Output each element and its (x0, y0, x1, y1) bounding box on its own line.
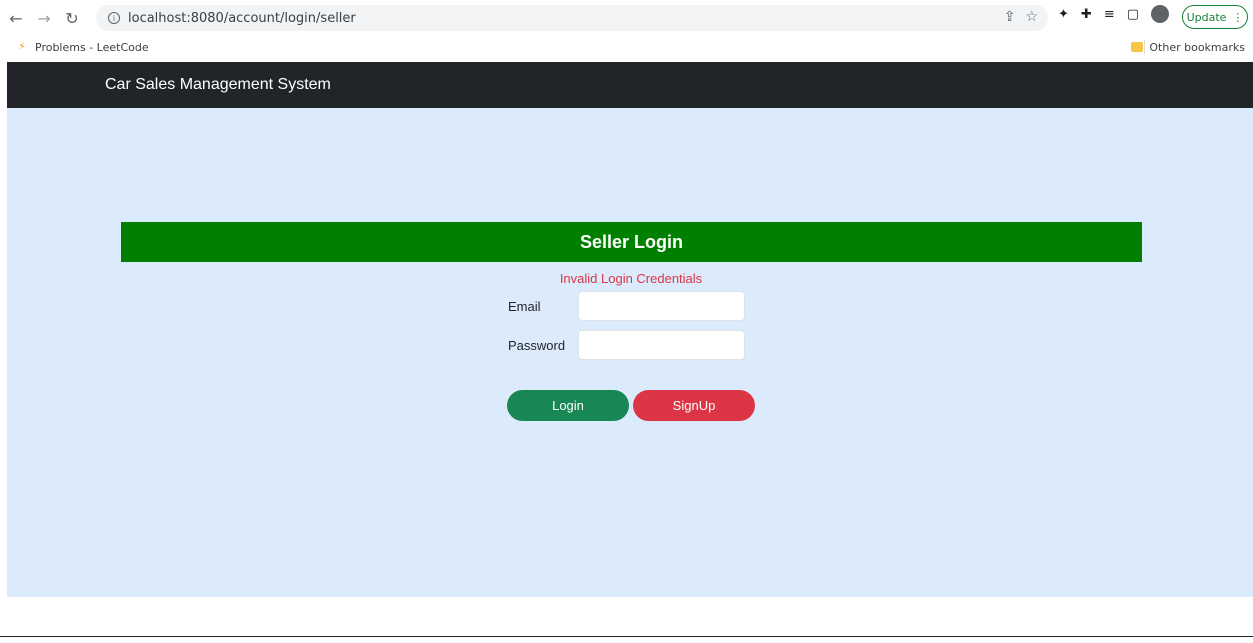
reload-icon[interactable]: ↻ (60, 6, 84, 30)
password-label: Password (508, 337, 566, 353)
extension-icon[interactable]: ✦ (1058, 7, 1069, 22)
other-bookmarks[interactable]: Other bookmarks (1131, 41, 1245, 54)
other-bookmarks-label: Other bookmarks (1149, 40, 1245, 54)
forward-icon[interactable]: → (32, 6, 56, 30)
update-button[interactable]: Update ⋮ (1182, 5, 1248, 29)
address-bar[interactable]: i localhost:8080/account/login/seller ⇪ … (96, 5, 1048, 31)
password-row: Password (508, 330, 745, 360)
profile-avatar[interactable] (1151, 5, 1170, 23)
reading-list-icon[interactable]: ≡ (1104, 7, 1115, 22)
bookmark-star-icon[interactable]: ☆ (1025, 9, 1038, 25)
more-icon: ⋮ (1232, 10, 1244, 24)
bookmarks-bar: ⚡ Problems - LeetCode Other bookmarks (0, 36, 1253, 58)
share-icon[interactable]: ⇪ (1004, 9, 1016, 25)
side-panel-icon[interactable]: ▢ (1127, 7, 1139, 22)
password-field[interactable] (578, 330, 745, 360)
back-icon[interactable]: ← (4, 6, 28, 30)
email-row: Email (508, 291, 745, 321)
browser-toolbar: ← → ↻ i localhost:8080/account/login/sel… (0, 0, 1253, 36)
puzzle-icon[interactable]: ✚ (1081, 7, 1092, 22)
site-info-icon[interactable]: i (108, 12, 120, 24)
email-field[interactable] (578, 291, 745, 321)
page-content: Car Sales Management System Seller Login… (7, 62, 1253, 597)
top-navbar: Car Sales Management System (7, 62, 1253, 108)
bookmark-leetcode[interactable]: ⚡ Problems - LeetCode (18, 41, 149, 54)
leetcode-icon: ⚡ (18, 40, 26, 53)
bookmark-label: Problems - LeetCode (35, 40, 149, 54)
signup-button[interactable]: SignUp (633, 390, 755, 421)
folder-icon (1131, 42, 1144, 52)
error-message: Invalid Login Credentials (559, 271, 703, 286)
update-label: Update (1186, 10, 1227, 24)
page-divider (0, 636, 1253, 637)
login-title: Seller Login (121, 222, 1142, 262)
extensions-area: ✦ ✚ ≡ ▢ (1058, 5, 1170, 23)
login-button[interactable]: Login (507, 390, 629, 421)
address-url[interactable]: localhost:8080/account/login/seller (128, 11, 356, 26)
email-label: Email (508, 298, 541, 314)
navbar-brand[interactable]: Car Sales Management System (105, 76, 331, 94)
